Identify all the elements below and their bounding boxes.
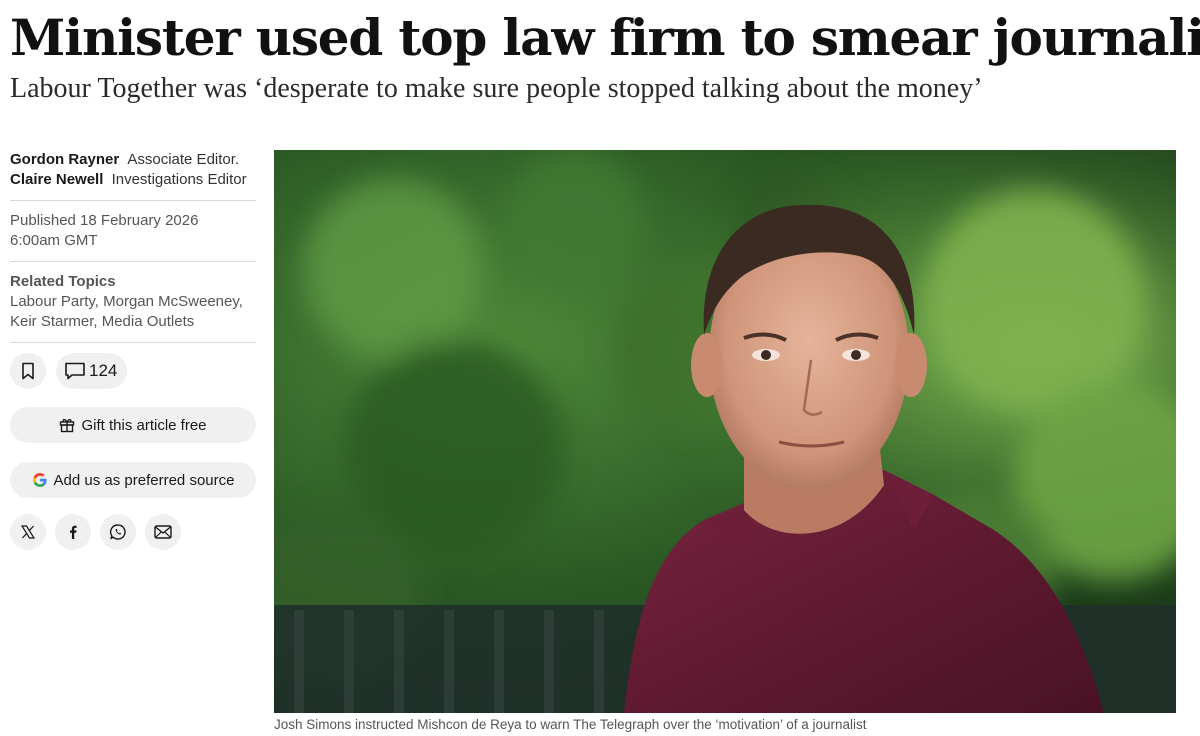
comments-button[interactable]: 124 xyxy=(56,353,128,389)
share-x-button[interactable] xyxy=(10,514,46,550)
author-name[interactable]: Gordon Rayner xyxy=(10,151,119,168)
article-sidebar: Gordon Rayner Associate Editor. Claire N… xyxy=(10,150,256,550)
whatsapp-icon xyxy=(109,524,126,540)
facebook-icon xyxy=(70,525,77,539)
preferred-source-label: Add us as preferred source xyxy=(53,471,235,489)
share-facebook-button[interactable] xyxy=(55,514,91,550)
article-photo xyxy=(274,150,1176,713)
published-time: 6:00am GMT xyxy=(10,232,98,249)
bookmark-button[interactable] xyxy=(10,353,46,389)
divider xyxy=(10,261,256,262)
gift-icon xyxy=(60,419,75,433)
related-topics-list: Labour Party, Morgan McSweeney, Keir Sta… xyxy=(10,293,243,330)
gift-article-label: Gift this article free xyxy=(81,416,207,434)
portrait-photo xyxy=(274,150,1176,713)
topic-link[interactable]: Labour Party xyxy=(10,293,95,310)
google-icon xyxy=(32,473,47,487)
published-date: Published 18 February 2026 xyxy=(10,212,199,229)
email-icon xyxy=(154,525,172,539)
x-icon xyxy=(20,525,36,539)
author-byline: Claire Newell Investigations Editor xyxy=(10,170,256,190)
related-topics-title: Related Topics xyxy=(10,273,116,290)
author-byline: Gordon Rayner Associate Editor. xyxy=(10,150,256,170)
comment-icon xyxy=(65,362,85,380)
share-whatsapp-button[interactable] xyxy=(100,514,136,550)
preferred-source-button[interactable]: Add us as preferred source xyxy=(10,462,256,498)
author-name[interactable]: Claire Newell xyxy=(10,171,103,188)
divider xyxy=(10,342,256,343)
article-headline: Minister used top law firm to smear jour… xyxy=(10,8,1200,67)
comment-count: 124 xyxy=(89,361,118,380)
divider xyxy=(10,200,256,201)
author-role: Investigations Editor xyxy=(111,171,247,188)
gift-article-button[interactable]: Gift this article free xyxy=(10,407,256,443)
topic-link[interactable]: Keir Starmer xyxy=(10,313,93,330)
author-role: Associate Editor. xyxy=(127,151,240,168)
share-email-button[interactable] xyxy=(145,514,181,550)
image-caption: Josh Simons instructed Mishcon de Reya t… xyxy=(274,717,867,732)
article-actions: 124 xyxy=(10,353,256,389)
topic-link[interactable]: Media Outlets xyxy=(102,313,195,330)
share-buttons xyxy=(10,514,256,550)
topic-link[interactable]: Morgan McSweeney xyxy=(103,293,239,310)
article-standfirst: Labour Together was ‘desperate to make s… xyxy=(10,73,983,104)
bookmark-icon xyxy=(22,362,34,380)
